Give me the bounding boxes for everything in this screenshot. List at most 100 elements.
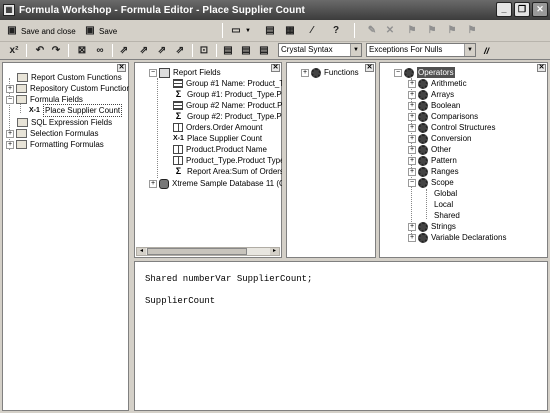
expand-icon[interactable]: + xyxy=(408,112,416,121)
toolbar-separator xyxy=(354,23,355,38)
show-fields-button[interactable]: ⇗ xyxy=(174,43,186,59)
toggle-tree-button[interactable]: ▤ xyxy=(264,23,276,39)
sort-button[interactable]: ⇗ xyxy=(156,43,168,59)
tree-item-selection-formulas[interactable]: + Selection Formulas xyxy=(6,128,98,139)
tree-line xyxy=(426,189,427,219)
null-handling-select[interactable]: Exceptions For Nulls ▼ xyxy=(366,43,476,57)
panel-close-icon[interactable]: ✕ xyxy=(271,64,280,72)
operator-category[interactable]: + Ranges xyxy=(408,166,459,177)
delete-icon: ✕ xyxy=(385,25,395,36)
prev-bookmark-button[interactable]: ⚑ xyxy=(446,23,458,39)
panel-close-icon[interactable]: ✕ xyxy=(537,64,546,72)
save-and-close-button[interactable]: ▣ Save and close xyxy=(6,23,75,39)
operator-category[interactable]: + Pattern xyxy=(408,155,457,166)
expand-icon[interactable]: + xyxy=(408,167,416,176)
field-item[interactable]: Orders.Order Amount xyxy=(173,122,262,133)
close-button[interactable]: ✕ xyxy=(532,2,548,17)
operator-category[interactable]: + Arithmetic xyxy=(408,78,467,89)
expand-icon[interactable]: + xyxy=(6,84,14,93)
field-item[interactable]: Σ Group #1: Product_Type.Pro xyxy=(173,89,289,100)
expand-icon[interactable]: + xyxy=(408,145,416,154)
check-button[interactable]: x² xyxy=(8,43,20,59)
tree-line xyxy=(157,78,158,178)
collapse-icon[interactable]: − xyxy=(408,178,416,187)
field-item[interactable]: Group #1 Name: Product_T xyxy=(173,78,284,89)
scope-item-local[interactable]: Local xyxy=(434,199,453,210)
tree-item-database[interactable]: + Xtreme Sample Database 11 (OD xyxy=(149,178,291,189)
tree-item-report-fields[interactable]: − Report Fields xyxy=(149,67,221,78)
toggle-editor-button[interactable]: ⊡ xyxy=(198,43,210,59)
delete-button[interactable]: ✕ xyxy=(384,23,396,39)
field-item[interactable]: Product.Product Name xyxy=(173,144,267,155)
comment-button[interactable]: // xyxy=(484,43,489,59)
tree-item-place-supplier-count[interactable]: X-1 Place Supplier Count xyxy=(29,104,123,117)
new-button[interactable]: ▭ ▼ xyxy=(230,23,251,39)
browse-data-button[interactable]: ⊠ xyxy=(76,43,88,59)
expand-icon[interactable]: + xyxy=(6,129,14,138)
help-button[interactable]: ? xyxy=(330,23,342,39)
bookmark-button[interactable]: ⚑ xyxy=(406,23,418,39)
expand-icon[interactable]: + xyxy=(6,140,14,149)
toggle-properties-button[interactable]: ▦ xyxy=(284,23,296,39)
find-replace-button[interactable]: ∞ xyxy=(94,43,106,59)
collapse-icon[interactable]: − xyxy=(394,68,402,77)
show-report-fields-button[interactable]: ▤ xyxy=(222,43,234,59)
panel-close-icon[interactable]: ✕ xyxy=(365,64,374,72)
formula-editor[interactable]: Shared numberVar SupplierCount; Supplier… xyxy=(134,261,548,411)
operator-category[interactable]: + Arrays xyxy=(408,89,454,100)
operator-category[interactable]: + Control Structures xyxy=(408,122,495,133)
next-bookmark-button[interactable]: ⚑ xyxy=(426,23,438,39)
scroll-right-icon[interactable]: ▸ xyxy=(270,248,279,255)
expand-icon[interactable]: + xyxy=(149,179,157,188)
scope-item-global[interactable]: Global xyxy=(434,188,457,199)
expand-icon[interactable]: + xyxy=(408,101,416,110)
operator-category[interactable]: + Variable Declarations xyxy=(408,232,506,243)
field-item[interactable]: Product_Type.Product Type xyxy=(173,155,285,166)
expand-node-button[interactable]: ⇗ xyxy=(118,43,130,59)
expand-icon[interactable]: + xyxy=(408,123,416,132)
expand-icon[interactable]: + xyxy=(408,222,416,231)
operator-category[interactable]: + Boolean xyxy=(408,100,460,111)
expand-icon[interactable]: + xyxy=(408,233,416,242)
tree-item-operators[interactable]: − Operators xyxy=(394,67,455,78)
panel-close-icon[interactable]: ✕ xyxy=(117,64,126,72)
minimize-button[interactable]: _ xyxy=(496,2,512,17)
field-item[interactable]: X-1 Place Supplier Count xyxy=(173,133,262,144)
clear-bookmarks-button[interactable]: ⚑ xyxy=(466,23,478,39)
scroll-left-icon[interactable]: ◂ xyxy=(137,248,146,255)
expand-icon[interactable]: + xyxy=(408,156,416,165)
expand-icon[interactable]: + xyxy=(408,90,416,99)
formula-expert-button[interactable]: ⁄ xyxy=(306,23,318,39)
expand-icon[interactable]: + xyxy=(408,134,416,143)
expand-icon[interactable]: + xyxy=(408,79,416,88)
restore-button[interactable]: ❐ xyxy=(514,2,530,17)
undo-button[interactable]: ↶ xyxy=(34,43,46,59)
show-operators-button[interactable]: ▤ xyxy=(258,43,270,59)
operator-category[interactable]: + Conversion xyxy=(408,133,471,144)
horizontal-scrollbar[interactable]: ◂ ▸ xyxy=(136,247,280,256)
show-functions-button[interactable]: ▤ xyxy=(240,43,252,59)
field-item[interactable]: Group #2 Name: Product.Pr xyxy=(173,100,285,111)
hide-values-button[interactable]: ⇗ xyxy=(138,43,150,59)
syntax-select[interactable]: Crystal Syntax ▼ xyxy=(278,43,362,57)
tree-item-functions[interactable]: + Functions xyxy=(301,67,359,78)
rename-button[interactable]: ✎ xyxy=(366,23,378,39)
field-item[interactable]: Σ Report Area:Sum of Orders.O xyxy=(173,166,293,177)
scroll-thumb[interactable] xyxy=(147,248,247,255)
operator-category[interactable]: + Strings xyxy=(408,221,456,232)
tree-item-formatting-formulas[interactable]: + Formatting Formulas xyxy=(6,139,104,150)
save-button[interactable]: ▣ Save xyxy=(84,23,117,39)
editor-line: Shared numberVar SupplierCount; xyxy=(145,274,313,284)
operator-category[interactable]: + Other xyxy=(408,144,451,155)
scope-item-shared[interactable]: Shared xyxy=(434,210,460,221)
operator-category-scope[interactable]: − Scope xyxy=(408,177,454,188)
clear-bookmarks-icon: ⚑ xyxy=(467,25,477,36)
collapse-icon[interactable]: − xyxy=(149,68,157,77)
redo-button[interactable]: ↷ xyxy=(50,43,62,59)
operator-category[interactable]: + Comparisons xyxy=(408,111,478,122)
tree-item-sql-expression-fields[interactable]: SQL Expression Fields xyxy=(17,117,112,128)
expand-icon[interactable]: + xyxy=(301,68,309,77)
tree-item-report-custom-functions[interactable]: Report Custom Functions xyxy=(17,72,122,83)
collapse-icon[interactable]: − xyxy=(6,95,14,104)
tree-item-repository-custom-functions[interactable]: + Repository Custom Function xyxy=(6,83,131,94)
